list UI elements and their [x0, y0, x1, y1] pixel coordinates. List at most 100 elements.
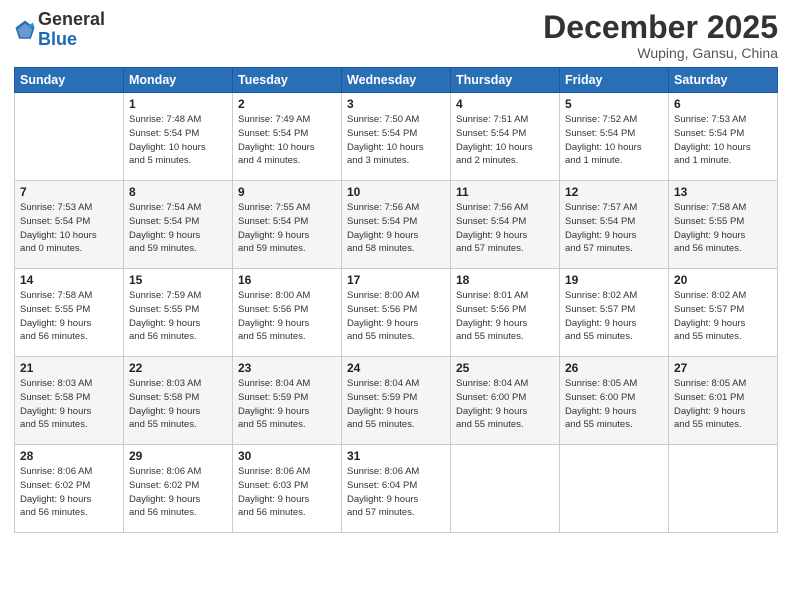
- title-block: December 2025 Wuping, Gansu, China: [543, 10, 778, 61]
- day-info: Sunrise: 7:58 AM Sunset: 5:55 PM Dayligh…: [20, 289, 118, 344]
- calendar-cell: 31 Sunrise: 8:06 AM Sunset: 6:04 PM Dayli…: [342, 445, 451, 533]
- day-number: 17: [347, 273, 445, 287]
- day-info: Sunrise: 7:57 AM Sunset: 5:54 PM Dayligh…: [565, 201, 663, 256]
- day-number: 8: [129, 185, 227, 199]
- day-number: 20: [674, 273, 772, 287]
- month-title: December 2025: [543, 10, 778, 45]
- day-number: 27: [674, 361, 772, 375]
- calendar-cell: 24 Sunrise: 8:04 AM Sunset: 5:59 PM Dayli…: [342, 357, 451, 445]
- day-number: 24: [347, 361, 445, 375]
- day-info: Sunrise: 7:54 AM Sunset: 5:54 PM Dayligh…: [129, 201, 227, 256]
- day-number: 25: [456, 361, 554, 375]
- day-number: 7: [20, 185, 118, 199]
- calendar-cell: 14 Sunrise: 7:58 AM Sunset: 5:55 PM Dayli…: [15, 269, 124, 357]
- day-info: Sunrise: 8:04 AM Sunset: 6:00 PM Dayligh…: [456, 377, 554, 432]
- calendar-cell: 5 Sunrise: 7:52 AM Sunset: 5:54 PM Daylig…: [560, 93, 669, 181]
- calendar-cell: 16 Sunrise: 8:00 AM Sunset: 5:56 PM Dayli…: [233, 269, 342, 357]
- day-number: 1: [129, 97, 227, 111]
- calendar-cell: 12Sunrise: 7:57 AM Sunset: 5:54 PM Dayli…: [560, 181, 669, 269]
- calendar-cell: 9Sunrise: 7:55 AM Sunset: 5:54 PM Daylig…: [233, 181, 342, 269]
- day-number: 23: [238, 361, 336, 375]
- day-info: Sunrise: 8:06 AM Sunset: 6:04 PM Dayligh…: [347, 465, 445, 520]
- day-header-saturday: Saturday: [669, 68, 778, 93]
- day-number: 16: [238, 273, 336, 287]
- location: Wuping, Gansu, China: [543, 45, 778, 61]
- calendar-cell: 19Sunrise: 8:02 AM Sunset: 5:57 PM Dayli…: [560, 269, 669, 357]
- calendar-cell: 21 Sunrise: 8:03 AM Sunset: 5:58 PM Dayli…: [15, 357, 124, 445]
- calendar-cell: 26Sunrise: 8:05 AM Sunset: 6:00 PM Dayli…: [560, 357, 669, 445]
- calendar-week-5: 28 Sunrise: 8:06 AM Sunset: 6:02 PM Dayli…: [15, 445, 778, 533]
- day-info: Sunrise: 7:51 AM Sunset: 5:54 PM Dayligh…: [456, 113, 554, 168]
- day-header-thursday: Thursday: [451, 68, 560, 93]
- day-number: 4: [456, 97, 554, 111]
- day-info: Sunrise: 8:02 AM Sunset: 5:57 PM Dayligh…: [674, 289, 772, 344]
- calendar-cell: 30 Sunrise: 8:06 AM Sunset: 6:03 PM Dayli…: [233, 445, 342, 533]
- day-number: 31: [347, 449, 445, 463]
- day-info: Sunrise: 7:48 AM Sunset: 5:54 PM Dayligh…: [129, 113, 227, 168]
- calendar-cell: 29 Sunrise: 8:06 AM Sunset: 6:02 PM Dayli…: [124, 445, 233, 533]
- day-info: Sunrise: 7:59 AM Sunset: 5:55 PM Dayligh…: [129, 289, 227, 344]
- calendar-cell: 23 Sunrise: 8:04 AM Sunset: 5:59 PM Dayli…: [233, 357, 342, 445]
- day-header-wednesday: Wednesday: [342, 68, 451, 93]
- calendar-cell: 2Sunrise: 7:49 AM Sunset: 5:54 PM Daylig…: [233, 93, 342, 181]
- day-header-sunday: Sunday: [15, 68, 124, 93]
- day-number: 3: [347, 97, 445, 111]
- calendar-cell: 1 Sunrise: 7:48 AM Sunset: 5:54 PM Daylig…: [124, 93, 233, 181]
- day-info: Sunrise: 8:04 AM Sunset: 5:59 PM Dayligh…: [238, 377, 336, 432]
- day-info: Sunrise: 7:52 AM Sunset: 5:54 PM Dayligh…: [565, 113, 663, 168]
- day-number: 14: [20, 273, 118, 287]
- logo-general-text: General: [38, 9, 105, 29]
- day-number: 18: [456, 273, 554, 287]
- calendar-cell: 25 Sunrise: 8:04 AM Sunset: 6:00 PM Dayli…: [451, 357, 560, 445]
- day-info: Sunrise: 8:03 AM Sunset: 5:58 PM Dayligh…: [20, 377, 118, 432]
- calendar-cell: 28Sunrise: 8:06 AM Sunset: 6:02 PM Dayli…: [15, 445, 124, 533]
- calendar-header-row: SundayMondayTuesdayWednesdayThursdayFrid…: [15, 68, 778, 93]
- logo-icon: [14, 19, 36, 41]
- calendar-cell: 7Sunrise: 7:53 AM Sunset: 5:54 PM Daylig…: [15, 181, 124, 269]
- calendar-cell: 17 Sunrise: 8:00 AM Sunset: 5:56 PM Dayli…: [342, 269, 451, 357]
- logo-blue-text: Blue: [38, 29, 77, 49]
- day-info: Sunrise: 8:04 AM Sunset: 5:59 PM Dayligh…: [347, 377, 445, 432]
- day-header-friday: Friday: [560, 68, 669, 93]
- day-info: Sunrise: 8:06 AM Sunset: 6:02 PM Dayligh…: [129, 465, 227, 520]
- calendar-cell: 8 Sunrise: 7:54 AM Sunset: 5:54 PM Daylig…: [124, 181, 233, 269]
- day-number: 30: [238, 449, 336, 463]
- day-info: Sunrise: 7:50 AM Sunset: 5:54 PM Dayligh…: [347, 113, 445, 168]
- day-number: 21: [20, 361, 118, 375]
- logo: General Blue: [14, 10, 105, 50]
- calendar-cell: 11Sunrise: 7:56 AM Sunset: 5:54 PM Dayli…: [451, 181, 560, 269]
- calendar-table: SundayMondayTuesdayWednesdayThursdayFrid…: [14, 67, 778, 533]
- calendar-cell: 6Sunrise: 7:53 AM Sunset: 5:54 PM Daylig…: [669, 93, 778, 181]
- day-header-monday: Monday: [124, 68, 233, 93]
- day-header-tuesday: Tuesday: [233, 68, 342, 93]
- day-info: Sunrise: 8:05 AM Sunset: 6:00 PM Dayligh…: [565, 377, 663, 432]
- day-info: Sunrise: 8:00 AM Sunset: 5:56 PM Dayligh…: [347, 289, 445, 344]
- day-info: Sunrise: 8:06 AM Sunset: 6:03 PM Dayligh…: [238, 465, 336, 520]
- calendar-cell: 18 Sunrise: 8:01 AM Sunset: 5:56 PM Dayli…: [451, 269, 560, 357]
- calendar-cell: 15 Sunrise: 7:59 AM Sunset: 5:55 PM Dayli…: [124, 269, 233, 357]
- calendar-cell: 13 Sunrise: 7:58 AM Sunset: 5:55 PM Dayli…: [669, 181, 778, 269]
- day-info: Sunrise: 7:53 AM Sunset: 5:54 PM Dayligh…: [674, 113, 772, 168]
- day-info: Sunrise: 8:02 AM Sunset: 5:57 PM Dayligh…: [565, 289, 663, 344]
- day-number: 22: [129, 361, 227, 375]
- day-info: Sunrise: 7:58 AM Sunset: 5:55 PM Dayligh…: [674, 201, 772, 256]
- calendar-week-4: 21 Sunrise: 8:03 AM Sunset: 5:58 PM Dayli…: [15, 357, 778, 445]
- day-number: 15: [129, 273, 227, 287]
- calendar-cell: [15, 93, 124, 181]
- calendar-week-2: 7Sunrise: 7:53 AM Sunset: 5:54 PM Daylig…: [15, 181, 778, 269]
- header: General Blue December 2025 Wuping, Gansu…: [14, 10, 778, 61]
- calendar-cell: 22Sunrise: 8:03 AM Sunset: 5:58 PM Dayli…: [124, 357, 233, 445]
- calendar-cell: 27Sunrise: 8:05 AM Sunset: 6:01 PM Dayli…: [669, 357, 778, 445]
- day-info: Sunrise: 8:01 AM Sunset: 5:56 PM Dayligh…: [456, 289, 554, 344]
- day-info: Sunrise: 7:56 AM Sunset: 5:54 PM Dayligh…: [456, 201, 554, 256]
- day-number: 29: [129, 449, 227, 463]
- day-number: 13: [674, 185, 772, 199]
- day-number: 5: [565, 97, 663, 111]
- day-info: Sunrise: 7:56 AM Sunset: 5:54 PM Dayligh…: [347, 201, 445, 256]
- calendar-week-3: 14 Sunrise: 7:58 AM Sunset: 5:55 PM Dayli…: [15, 269, 778, 357]
- calendar-cell: 10Sunrise: 7:56 AM Sunset: 5:54 PM Dayli…: [342, 181, 451, 269]
- day-info: Sunrise: 8:00 AM Sunset: 5:56 PM Dayligh…: [238, 289, 336, 344]
- day-number: 9: [238, 185, 336, 199]
- day-number: 28: [20, 449, 118, 463]
- calendar-cell: 3 Sunrise: 7:50 AM Sunset: 5:54 PM Daylig…: [342, 93, 451, 181]
